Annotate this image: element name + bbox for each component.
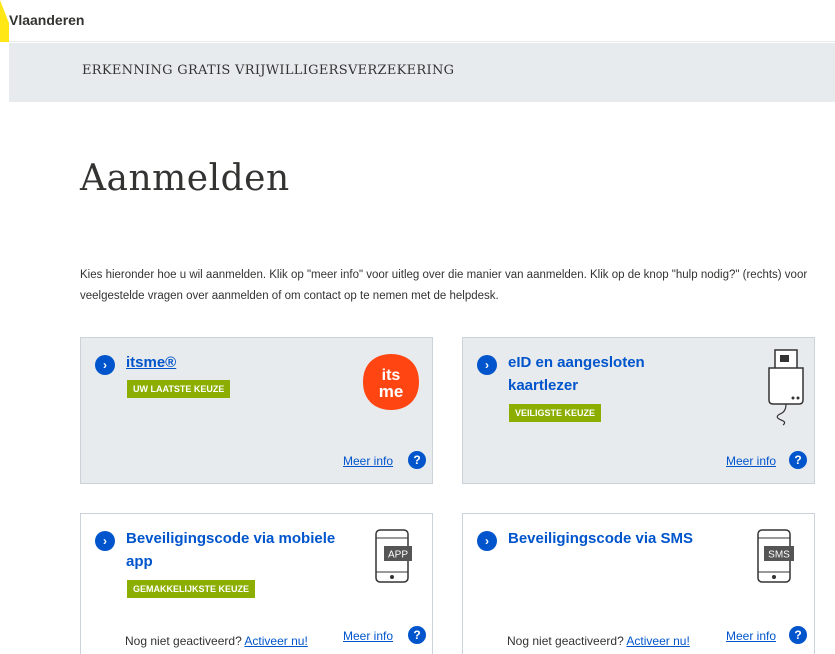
application-title[interactable]: ERKENNING GRATIS VRIJWILLIGERSVERZEKERIN… <box>82 63 454 78</box>
svg-text:me: me <box>379 382 404 401</box>
chevron-right-icon: › <box>477 531 497 551</box>
safest-choice-badge: VEILIGSTE KEUZE <box>509 404 602 422</box>
app-title-line1[interactable]: Beveiligingscode via mobiele <box>126 528 335 549</box>
app-not-activated-text: Nog niet geactiveerd? Activeer nu! <box>125 634 308 648</box>
card-reader-icon <box>763 348 809 426</box>
sms-more-info-link[interactable]: Meer info <box>726 629 776 643</box>
itsme-logo-icon: its me <box>361 352 421 412</box>
page-title: Aanmelden <box>80 158 290 199</box>
svg-text:APP: APP <box>388 550 408 561</box>
app-more-info-link[interactable]: Meer info <box>343 629 393 643</box>
application-header: ERKENNING GRATIS VRIJWILLIGERSVERZEKERIN… <box>9 43 835 102</box>
sms-title[interactable]: Beveiligingscode via SMS <box>508 528 693 549</box>
app-title-line2[interactable]: app <box>126 551 153 572</box>
global-header: Vlaanderen <box>0 0 835 42</box>
eid-title-line1[interactable]: eID en aangesloten <box>508 352 645 373</box>
login-option-mobile-app[interactable]: › Beveiligingscode via mobiele app GEMAK… <box>80 513 433 654</box>
sms-activate-link[interactable]: Activeer nu! <box>626 634 689 648</box>
flanders-flag-logo <box>0 0 9 42</box>
phone-app-icon: APP <box>374 528 414 584</box>
sms-not-activated-text: Nog niet geactiveerd? Activeer nu! <box>507 634 690 648</box>
login-option-sms[interactable]: › Beveiligingscode via SMS SMS Nog niet … <box>462 513 815 654</box>
login-option-itsme[interactable]: › itsme® UW LAATSTE KEUZE its me Meer in… <box>80 337 433 484</box>
eid-help-icon[interactable]: ? <box>789 451 807 469</box>
last-choice-badge: UW LAATSTE KEUZE <box>127 380 231 398</box>
easiest-choice-badge: GEMAKKELIJKSTE KEUZE <box>127 580 256 598</box>
app-help-icon[interactable]: ? <box>408 626 426 644</box>
brand-label[interactable]: Vlaanderen <box>9 12 84 28</box>
app-not-activated-label: Nog niet geactiveerd? <box>125 634 242 648</box>
itsme-more-info-link[interactable]: Meer info <box>343 454 393 468</box>
app-activate-link[interactable]: Activeer nu! <box>244 634 307 648</box>
chevron-right-icon: › <box>477 355 497 375</box>
itsme-title[interactable]: itsme® <box>126 352 176 373</box>
eid-more-info-link[interactable]: Meer info <box>726 454 776 468</box>
phone-sms-icon: SMS <box>756 528 796 584</box>
chevron-right-icon: › <box>95 355 115 375</box>
chevron-right-icon: › <box>95 531 115 551</box>
login-option-eid[interactable]: › eID en aangesloten kaartlezer VEILIGST… <box>462 337 815 484</box>
sms-help-icon[interactable]: ? <box>789 626 807 644</box>
itsme-help-icon[interactable]: ? <box>408 451 426 469</box>
sms-not-activated-label: Nog niet geactiveerd? <box>507 634 624 648</box>
eid-title-line2[interactable]: kaartlezer <box>508 375 578 396</box>
intro-text: Kies hieronder hoe u wil aanmelden. Klik… <box>80 269 808 302</box>
svg-text:SMS: SMS <box>768 550 790 561</box>
